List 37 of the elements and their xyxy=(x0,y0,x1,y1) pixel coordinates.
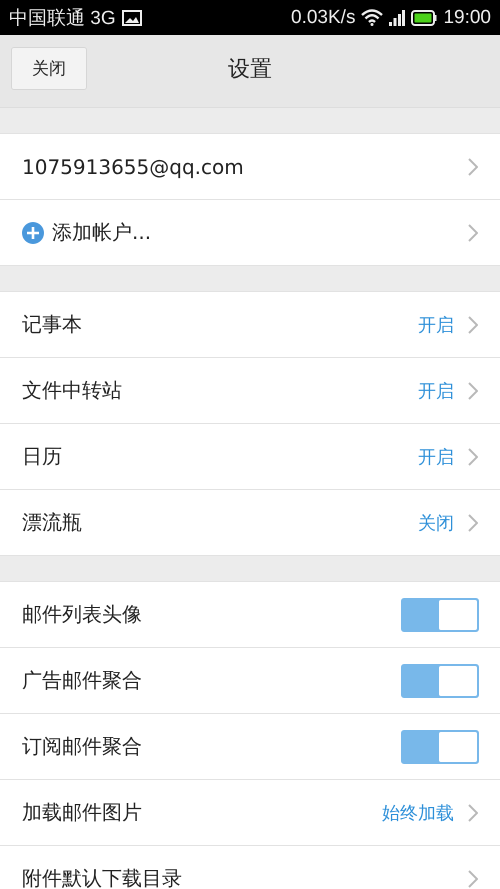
setting-label: 日历 xyxy=(22,443,62,470)
chevron-icon xyxy=(468,514,478,532)
setting-value: 开启 xyxy=(418,446,454,468)
clock-time: 19:00 xyxy=(443,6,491,28)
setting-label: 加载邮件图片 xyxy=(22,799,142,826)
setting-label: 附件默认下载目录 xyxy=(22,865,182,889)
toggle-switch[interactable] xyxy=(401,598,479,632)
setting-value: 始终加载 xyxy=(382,802,454,824)
chevron-icon xyxy=(468,448,478,466)
setting-label: 文件中转站 xyxy=(22,377,122,404)
carrier-name: 中国联通 3G xyxy=(9,6,116,30)
setting-value: 开启 xyxy=(418,314,454,336)
setting-label: 漂流瓶 xyxy=(22,509,82,536)
setting-label: 添加帐户... xyxy=(52,219,152,246)
network-speed: 0.03K/s xyxy=(291,6,356,28)
setting-label: 广告邮件聚合 xyxy=(22,667,142,694)
chevron-icon xyxy=(468,804,478,822)
add-icon xyxy=(22,222,44,244)
setting-label: 订阅邮件聚合 xyxy=(22,733,142,760)
signal-icon xyxy=(389,9,406,26)
setting-value: 关闭 xyxy=(418,512,454,534)
setting-value: 开启 xyxy=(418,380,454,402)
page-title: 设置 xyxy=(228,56,272,84)
chevron-icon xyxy=(468,870,478,888)
setting-label: 记事本 xyxy=(22,311,82,338)
close-button[interactable]: 关闭 xyxy=(11,47,87,90)
setting-label: 1075913655@qq.com xyxy=(22,154,244,178)
toggle-switch[interactable] xyxy=(401,664,479,698)
setting-label: 邮件列表头像 xyxy=(22,601,142,628)
chevron-icon xyxy=(468,158,478,176)
battery-icon xyxy=(411,10,438,26)
chevron-icon xyxy=(468,224,478,242)
toggle-switch[interactable] xyxy=(401,730,479,764)
chevron-icon xyxy=(468,316,478,334)
wifi-icon xyxy=(361,9,384,26)
image-icon xyxy=(122,10,142,26)
chevron-icon xyxy=(468,382,478,400)
